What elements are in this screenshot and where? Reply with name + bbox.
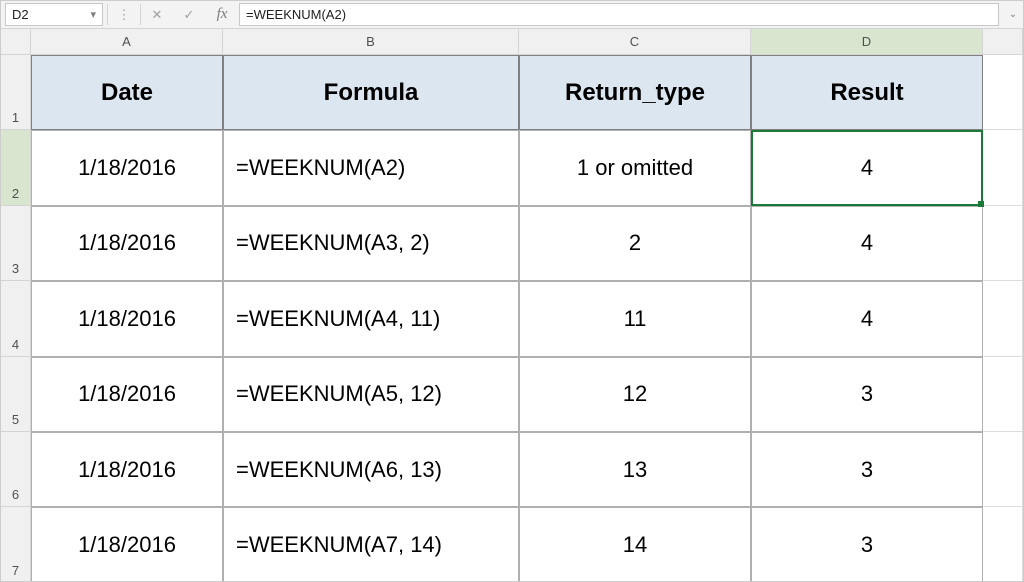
cell-blank[interactable] — [983, 55, 1023, 130]
column-header-B[interactable]: B — [223, 29, 519, 55]
cell-A6[interactable]: 1/18/2016 — [31, 432, 223, 507]
cell-D7[interactable]: 3 — [751, 507, 983, 581]
cell-A3[interactable]: 1/18/2016 — [31, 206, 223, 281]
confirm-icon: ✓ — [173, 1, 205, 28]
fx-icon[interactable]: fx — [205, 1, 239, 28]
spreadsheet-grid[interactable]: A B C D 1 Date Formula Return_type Resul… — [1, 29, 1023, 581]
column-header-A[interactable]: A — [31, 29, 223, 55]
cell-B3[interactable]: =WEEKNUM(A3, 2) — [223, 206, 519, 281]
cell-B5[interactable]: =WEEKNUM(A5, 12) — [223, 357, 519, 432]
app-root: D2 ▾ ⋮ ✕ ✓ fx =WEEKNUM(A2) ⌄ A B C D 1 D… — [0, 0, 1024, 582]
cell-D5[interactable]: 3 — [751, 357, 983, 432]
name-box[interactable]: D2 ▾ — [5, 3, 103, 26]
cell-D6[interactable]: 3 — [751, 432, 983, 507]
cell-blank[interactable] — [983, 357, 1023, 432]
cell-D3[interactable]: 4 — [751, 206, 983, 281]
cell-A4[interactable]: 1/18/2016 — [31, 281, 223, 356]
cell-C3[interactable]: 2 — [519, 206, 751, 281]
cell-C4[interactable]: 11 — [519, 281, 751, 356]
select-all-corner[interactable] — [1, 29, 31, 55]
column-header-D[interactable]: D — [751, 29, 983, 55]
row-header-6[interactable]: 6 — [1, 432, 31, 507]
cell-blank[interactable] — [983, 130, 1023, 205]
cell-A5[interactable]: 1/18/2016 — [31, 357, 223, 432]
cell-C7[interactable]: 14 — [519, 507, 751, 581]
row-header-4[interactable]: 4 — [1, 281, 31, 356]
column-header-blank[interactable] — [983, 29, 1023, 55]
chevron-down-icon[interactable]: ▾ — [90, 8, 96, 21]
cell-blank[interactable] — [983, 507, 1023, 581]
column-header-C[interactable]: C — [519, 29, 751, 55]
formula-expand-icon[interactable]: ⌄ — [1003, 1, 1023, 28]
row-header-2[interactable]: 2 — [1, 130, 31, 205]
header-result[interactable]: Result — [751, 55, 983, 130]
cell-C2[interactable]: 1 or omitted — [519, 130, 751, 205]
header-return-type[interactable]: Return_type — [519, 55, 751, 130]
cell-B7[interactable]: =WEEKNUM(A7, 14) — [223, 507, 519, 581]
cancel-icon: ✕ — [141, 1, 173, 28]
cell-B2[interactable]: =WEEKNUM(A2) — [223, 130, 519, 205]
row-header-3[interactable]: 3 — [1, 206, 31, 281]
name-box-value: D2 — [12, 7, 90, 22]
cell-A7[interactable]: 1/18/2016 — [31, 507, 223, 581]
cell-blank[interactable] — [983, 432, 1023, 507]
row-header-5[interactable]: 5 — [1, 357, 31, 432]
cell-blank[interactable] — [983, 206, 1023, 281]
cell-B4[interactable]: =WEEKNUM(A4, 11) — [223, 281, 519, 356]
formula-text: =WEEKNUM(A2) — [246, 7, 346, 22]
header-date[interactable]: Date — [31, 55, 223, 130]
cell-D2[interactable]: 4 — [751, 130, 983, 205]
cell-blank[interactable] — [983, 281, 1023, 356]
cell-B6[interactable]: =WEEKNUM(A6, 13) — [223, 432, 519, 507]
cell-D4[interactable]: 4 — [751, 281, 983, 356]
cell-C6[interactable]: 13 — [519, 432, 751, 507]
row-header-1[interactable]: 1 — [1, 55, 31, 130]
cell-A2[interactable]: 1/18/2016 — [31, 130, 223, 205]
row-header-7[interactable]: 7 — [1, 507, 31, 581]
formula-bar: D2 ▾ ⋮ ✕ ✓ fx =WEEKNUM(A2) ⌄ — [1, 1, 1023, 29]
cell-C5[interactable]: 12 — [519, 357, 751, 432]
name-box-expand-icon[interactable]: ⋮ — [108, 1, 140, 28]
header-formula[interactable]: Formula — [223, 55, 519, 130]
formula-input[interactable]: =WEEKNUM(A2) — [239, 3, 999, 26]
